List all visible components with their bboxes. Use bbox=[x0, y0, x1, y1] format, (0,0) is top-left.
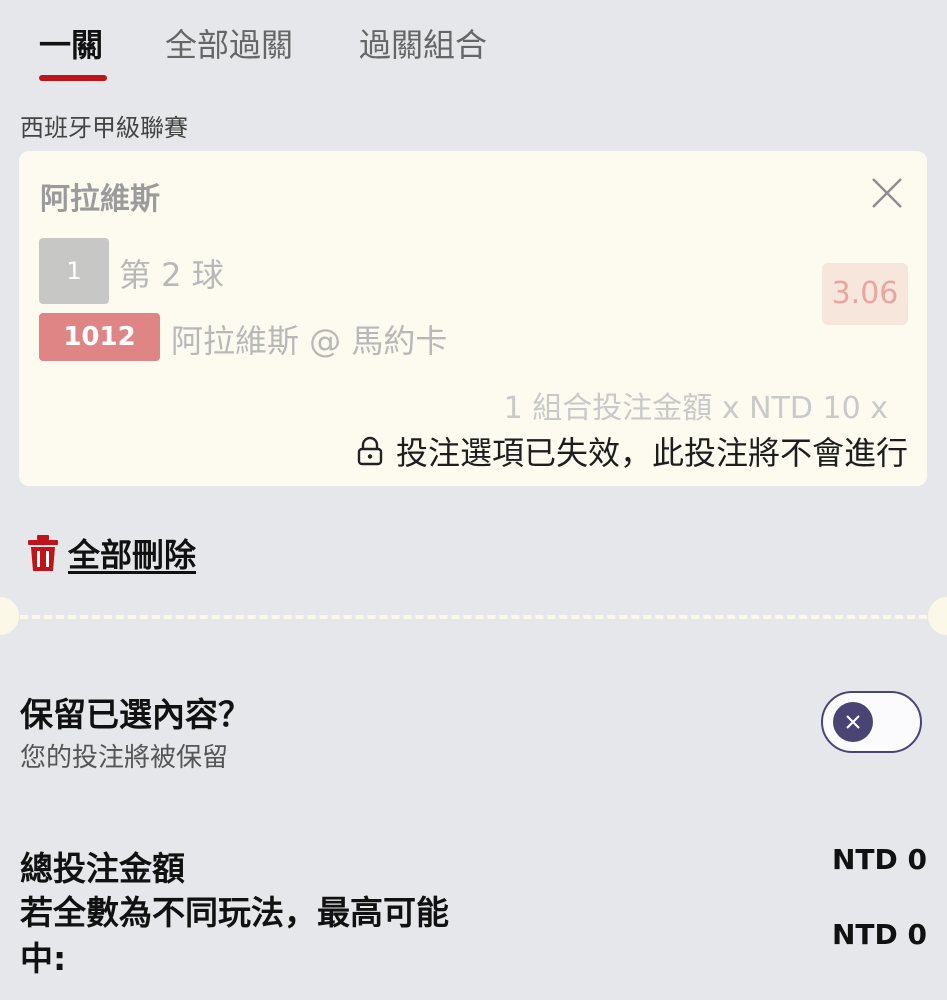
ticket-notch-right bbox=[928, 597, 947, 635]
delete-all-label: 全部刪除 bbox=[68, 536, 197, 574]
max-win-label: 若全數為不同玩法，最高可能中: bbox=[20, 893, 449, 978]
stake-line: 1 組合投注金額 x NTD 10 x bbox=[503, 391, 888, 426]
tab-parlay-combo[interactable]: 過關組合 bbox=[359, 20, 487, 66]
lock-icon bbox=[357, 436, 383, 466]
bet-card: 阿拉維斯 1 第 2 球 3.06 1012 阿拉維斯 @ 馬約卡 1 組合投注… bbox=[19, 151, 927, 486]
keep-selection-toggle[interactable] bbox=[821, 691, 922, 753]
odds-badge: 3.06 bbox=[822, 263, 908, 325]
active-tab-indicator bbox=[39, 75, 107, 81]
tab-single[interactable]: 一關 bbox=[39, 20, 103, 66]
league-name: 西班牙甲級聯賽 bbox=[20, 114, 188, 142]
invalid-notice-text: 投注選項已失效，此投注將不會進行 bbox=[395, 434, 908, 472]
match-text: 阿拉維斯 @ 馬約卡 bbox=[171, 322, 448, 360]
delete-all-button[interactable]: 全部刪除 bbox=[27, 530, 196, 576]
match-code-badge: 1012 bbox=[39, 313, 160, 361]
toggle-knob bbox=[833, 702, 873, 742]
trash-icon bbox=[28, 535, 58, 571]
total-stake-value: NTD 0 bbox=[831, 843, 927, 876]
selection-badge: 1 bbox=[39, 238, 109, 304]
bet-type-tabs: 一關 全部過關 過關組合 bbox=[0, 0, 947, 85]
keep-selection-title: 保留已選內容？ bbox=[20, 695, 251, 734]
keep-selection-subtitle: 您的投注將被保留 bbox=[20, 743, 229, 773]
total-stake-label: 總投注金額 bbox=[20, 849, 185, 888]
bet-team-name: 阿拉維斯 bbox=[40, 182, 160, 217]
tab-all-parlay[interactable]: 全部過關 bbox=[165, 20, 293, 66]
invalid-notice: 投注選項已失效，此投注將不會進行 bbox=[356, 428, 908, 474]
ticket-notch-left bbox=[0, 597, 19, 635]
x-icon bbox=[846, 715, 860, 729]
max-win-value: NTD 0 bbox=[831, 918, 927, 951]
selection-text: 第 2 球 bbox=[119, 256, 224, 294]
close-icon[interactable] bbox=[867, 173, 907, 213]
dashed-divider bbox=[20, 615, 927, 619]
